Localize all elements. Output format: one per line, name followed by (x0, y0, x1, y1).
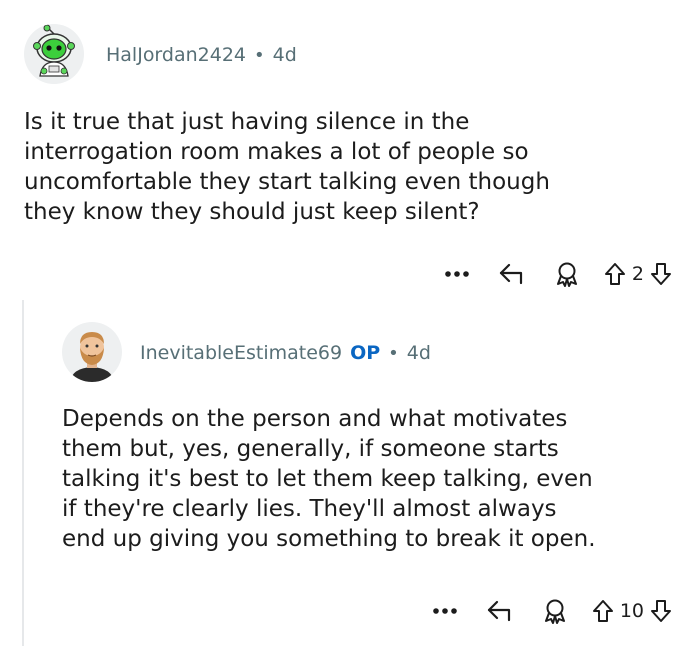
comment-line: they know they should just keep silent? (24, 199, 480, 225)
reply-arrow-icon (499, 263, 523, 285)
comment-line: Is it true that just having silence in t… (24, 109, 470, 135)
comment-line: interrogation room makes a lot of people… (24, 139, 529, 165)
reply-button[interactable] (484, 595, 514, 627)
comment-meta: InevitableEstimate69 OP • 4d (140, 342, 431, 364)
comment-line: end up giving you something to break it … (62, 526, 596, 552)
comment-meta: HalJordan2424 • 4d (106, 44, 297, 66)
comment-body: Is it true that just having silence in t… (24, 107, 664, 227)
comment-line: them but, yes, generally, if someone sta… (62, 436, 559, 462)
award-button[interactable] (552, 258, 582, 290)
comment: HalJordan2424 • 4d Is it true that just … (0, 0, 700, 300)
downvote-arrow-icon (651, 600, 671, 622)
vote-control: 10 (592, 595, 672, 627)
comment-line: talking it's best to let them keep talki… (62, 466, 593, 492)
upvote-arrow-icon (604, 263, 625, 285)
award-icon (544, 599, 565, 624)
comment-line: if they're clearly lies. They'll almost … (62, 496, 557, 522)
comment-age: 4d (272, 44, 297, 66)
reply-button[interactable] (496, 258, 526, 290)
username[interactable]: InevitableEstimate69 (140, 342, 342, 364)
downvote-button[interactable] (650, 595, 672, 627)
vote-score: 2 (631, 263, 644, 285)
downvote-button[interactable] (650, 258, 672, 290)
comment-line: uncomfortable they start talking even th… (24, 169, 550, 195)
upvote-button[interactable] (592, 595, 614, 627)
more-dots-icon (433, 608, 457, 614)
op-badge: OP (350, 342, 381, 364)
more-dots-icon (445, 271, 469, 277)
downvote-arrow-icon (651, 263, 671, 285)
more-options-button[interactable] (442, 258, 472, 290)
meta-separator: • (388, 342, 399, 364)
comment-body: Depends on the person and what motivates… (62, 404, 692, 554)
more-options-button[interactable] (430, 595, 460, 627)
award-button[interactable] (540, 595, 570, 627)
comment-line: Depends on the person and what motivates (62, 406, 568, 432)
username[interactable]: HalJordan2424 (106, 44, 246, 66)
vote-control: 2 (604, 258, 672, 290)
meta-separator: • (254, 44, 265, 66)
snoo-astronaut-avatar-icon[interactable] (24, 24, 84, 84)
comment-age: 4d (406, 342, 431, 364)
award-icon (556, 262, 577, 287)
vote-score: 10 (619, 600, 644, 622)
upvote-arrow-icon (592, 600, 613, 622)
comment-actions: 2 (442, 258, 672, 290)
upvote-button[interactable] (604, 258, 626, 290)
comment-actions: 10 (430, 595, 672, 627)
bearded-man-avatar-icon[interactable] (62, 322, 122, 382)
reply-arrow-icon (487, 600, 510, 622)
reply-comment: InevitableEstimate69 OP • 4d Depends on … (0, 300, 700, 646)
